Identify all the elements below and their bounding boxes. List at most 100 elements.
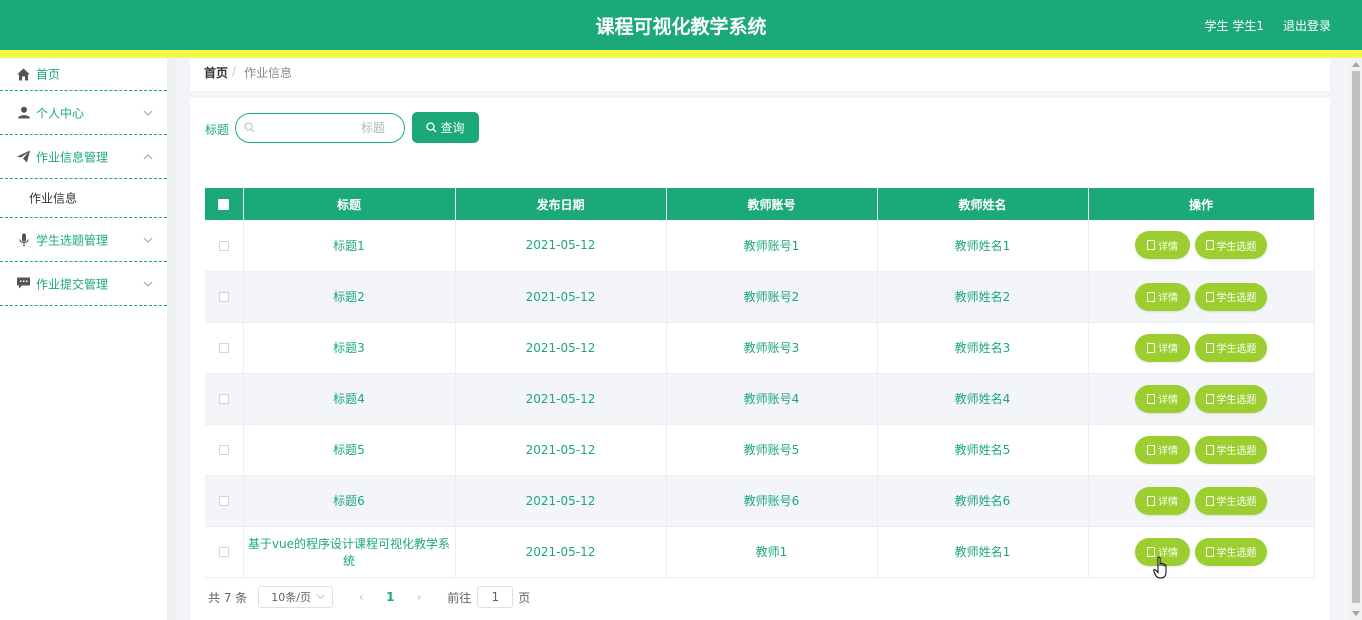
prev-page-button[interactable]: ‹ <box>351 590 371 604</box>
actions-cell: 详情 学生选题 <box>1088 220 1315 272</box>
logout-button[interactable]: 退出登录 <box>1283 17 1331 34</box>
row-select-cell[interactable] <box>205 424 244 476</box>
page-size-select[interactable]: 10条/页 <box>258 586 334 608</box>
row-select-cell[interactable] <box>205 271 244 323</box>
teacher-account-cell: 教师账号2 <box>666 271 878 323</box>
current-user: 学生 学生1 <box>1204 19 1264 33</box>
student-select-button[interactable]: 学生选题 <box>1195 486 1267 515</box>
column-header: 标题 <box>243 188 456 220</box>
student-select-button[interactable]: 学生选题 <box>1195 435 1267 464</box>
date-cell: 2021-05-12 <box>455 271 667 323</box>
document-icon <box>1147 393 1155 404</box>
teacher-name-cell: 教师姓名1 <box>877 220 1089 272</box>
scroll-up-arrow[interactable] <box>1352 62 1360 67</box>
detail-button-label: 详情 <box>1158 446 1178 457</box>
breadcrumb-home[interactable]: 首页 <box>204 64 228 81</box>
scroll-thumb[interactable] <box>1352 71 1360 603</box>
date-cell: 2021-05-12 <box>455 373 667 425</box>
detail-button[interactable]: 详情 <box>1135 486 1190 515</box>
teacher-name-cell: 教师姓名4 <box>877 373 1089 425</box>
document-icon <box>1147 240 1155 251</box>
column-header: 教师账号 <box>666 188 878 220</box>
row-checkbox[interactable] <box>218 292 229 302</box>
row-checkbox[interactable] <box>218 394 229 404</box>
detail-button[interactable]: 详情 <box>1135 384 1190 413</box>
student-select-button[interactable]: 学生选题 <box>1195 282 1267 311</box>
row-select-cell[interactable] <box>205 322 244 374</box>
search-input[interactable] <box>260 118 385 138</box>
row-checkbox[interactable] <box>218 343 229 353</box>
table-row: 标题6 2021-05-12 教师账号6 教师姓名6 详情 学生选题 <box>205 475 1315 527</box>
row-checkbox[interactable] <box>218 240 229 251</box>
page-number[interactable]: 1 <box>371 590 409 604</box>
student-select-button[interactable]: 学生选题 <box>1195 231 1267 260</box>
search-button[interactable]: 查询 <box>412 112 479 143</box>
detail-button[interactable]: 详情 <box>1135 435 1190 464</box>
detail-button[interactable]: 详情 <box>1135 333 1190 362</box>
sidebar-gutter <box>167 58 175 620</box>
student-select-button[interactable]: 学生选题 <box>1195 333 1267 362</box>
page-scrollbar[interactable] <box>1350 58 1362 620</box>
breadcrumb: 首页 / 作业信息 <box>190 58 1330 91</box>
detail-button-label: 详情 <box>1158 395 1178 406</box>
actions-cell: 详情 学生选题 <box>1088 475 1315 527</box>
row-checkbox[interactable] <box>218 445 229 455</box>
sidebar-item-topic-mgmt[interactable]: 学生选题管理 <box>0 218 167 262</box>
document-icon <box>1205 495 1214 506</box>
detail-button[interactable]: 详情 <box>1135 231 1190 260</box>
sidebar-item-homework-mgmt[interactable]: 作业信息管理 <box>0 135 167 179</box>
teacher-account-cell: 教师账号6 <box>666 475 878 527</box>
student-select-button[interactable]: 学生选题 <box>1195 384 1267 413</box>
detail-button[interactable]: 详情 <box>1135 282 1190 311</box>
row-checkbox[interactable] <box>218 547 229 557</box>
detail-button-label: 详情 <box>1158 241 1178 253</box>
column-header: 操作 <box>1088 188 1315 220</box>
goto-label: 前往 <box>447 590 472 605</box>
sidebar-item-profile[interactable]: 个人中心 <box>0 91 167 135</box>
teacher-account-cell: 教师账号5 <box>666 424 878 476</box>
column-header: 发布日期 <box>455 188 667 220</box>
student-select-button-label: 学生选题 <box>1216 548 1257 559</box>
sidebar-item-submission-mgmt[interactable]: 作业提交管理 <box>0 262 167 306</box>
select-all-cell[interactable] <box>205 188 244 220</box>
teacher-name-cell: 教师姓名5 <box>877 424 1089 476</box>
teacher-name-cell: 教师姓名1 <box>877 526 1089 578</box>
student-select-button-label: 学生选题 <box>1216 293 1257 304</box>
search-icon <box>244 122 255 133</box>
row-select-cell[interactable] <box>205 373 244 425</box>
search-icon <box>426 122 437 133</box>
search-field[interactable] <box>235 113 405 143</box>
row-select-cell[interactable] <box>205 220 244 272</box>
teacher-name-cell: 教师姓名3 <box>877 322 1089 374</box>
select-all-checkbox[interactable] <box>218 199 230 210</box>
sidebar-item-home[interactable]: 首页 <box>0 58 167 91</box>
date-cell: 2021-05-12 <box>455 526 667 578</box>
student-select-button[interactable]: 学生选题 <box>1195 537 1267 566</box>
document-icon <box>1147 444 1155 455</box>
detail-button-label: 详情 <box>1158 497 1178 508</box>
document-icon <box>1147 291 1155 302</box>
actions-cell: 详情 学生选题 <box>1088 322 1315 374</box>
app-title: 课程可视化教学系统 <box>595 16 767 38</box>
chevron-down-icon <box>143 237 153 243</box>
student-select-button-label: 学生选题 <box>1216 241 1257 253</box>
date-cell: 2021-05-12 <box>455 424 667 476</box>
sidebar-subitem-homework-info[interactable]: 作业信息 <box>0 179 167 218</box>
row-select-cell[interactable] <box>205 475 244 527</box>
student-select-button-label: 学生选题 <box>1216 446 1257 457</box>
student-select-button-label: 学生选题 <box>1216 344 1257 355</box>
table-row: 标题2 2021-05-12 教师账号2 教师姓名2 详情 学生选题 <box>205 271 1315 323</box>
chevron-down-icon <box>143 281 153 287</box>
next-page-button[interactable]: › <box>409 590 429 604</box>
row-select-cell[interactable] <box>205 526 244 578</box>
title-cell: 标题6 <box>243 475 456 527</box>
scroll-down-arrow[interactable] <box>1352 611 1360 616</box>
title-cell: 基于vue的程序设计课程可视化教学系统 <box>243 526 456 578</box>
date-cell: 2021-05-12 <box>455 322 667 374</box>
send-icon <box>17 150 30 163</box>
search-button-label: 查询 <box>440 121 465 135</box>
goto-page-input[interactable] <box>477 586 514 608</box>
row-checkbox[interactable] <box>218 496 229 506</box>
document-icon <box>1205 546 1214 557</box>
chat-icon <box>17 277 30 290</box>
